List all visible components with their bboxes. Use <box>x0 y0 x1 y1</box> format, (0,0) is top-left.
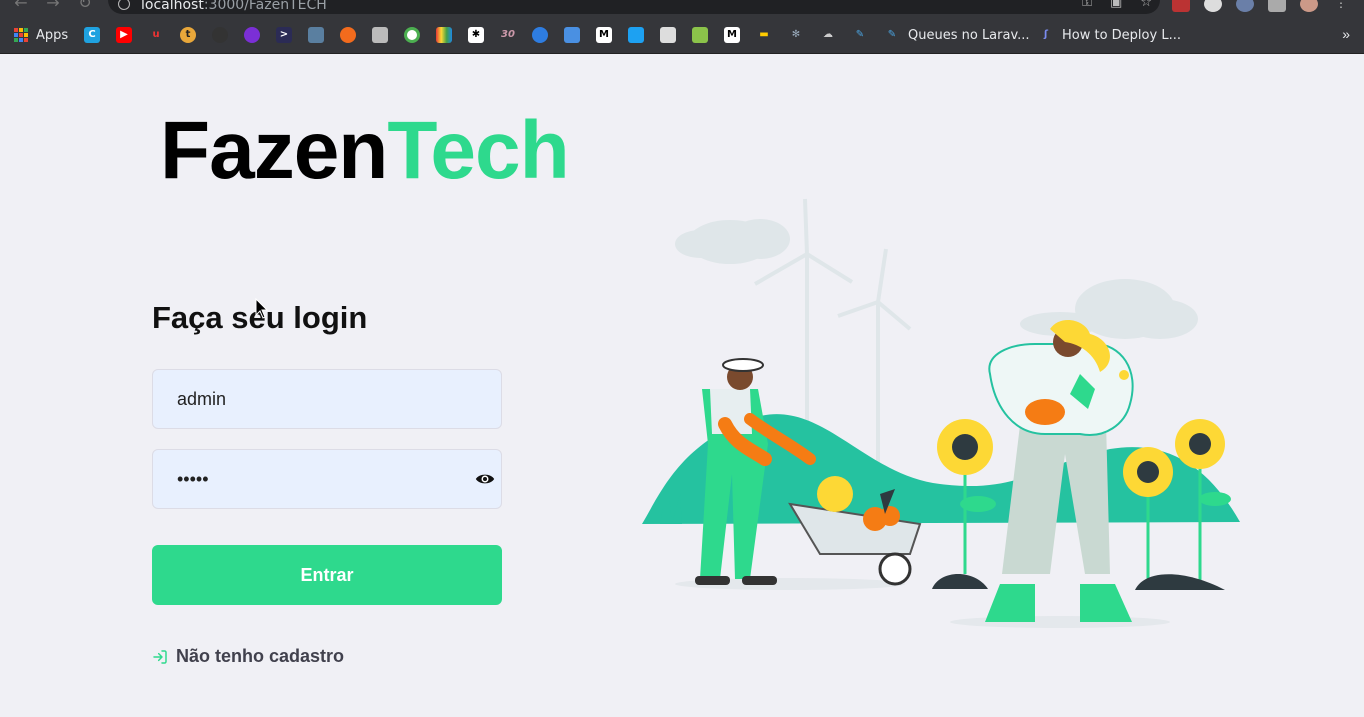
bookmark-youtube[interactable]: ▶ <box>116 26 132 44</box>
more-vert-icon[interactable]: ⋮ <box>1332 0 1350 12</box>
extension-owl-icon[interactable] <box>1236 0 1254 12</box>
deploy-favicon-icon: ʃ <box>1043 29 1049 40</box>
log-in-icon <box>153 649 167 664</box>
medium-icon: M <box>596 27 612 43</box>
terminal-icon: > <box>276 27 292 43</box>
u-favicon-icon: u <box>152 29 160 40</box>
bookmark-queues-label: Queues no Larav... <box>908 27 1030 43</box>
bookmark-colors[interactable] <box>436 26 452 44</box>
cloud-favicon-icon: ☁ <box>823 29 833 40</box>
medium-2-icon: M <box>724 27 740 43</box>
bookmark-queues[interactable]: ✎ Queues no Larav... <box>884 26 1030 44</box>
bookmark-dash[interactable]: ▬ <box>756 26 772 44</box>
bookmark-u[interactable]: u <box>148 26 164 44</box>
queues-favicon-icon: ✎ <box>887 29 897 40</box>
chrome-icon <box>404 27 420 43</box>
figma-favicon-icon <box>564 27 580 43</box>
bookmark-bug[interactable]: ✻ <box>788 26 804 44</box>
extension-red-icon[interactable] <box>1172 0 1190 12</box>
bookmark-gray[interactable] <box>308 26 324 44</box>
thirty-favicon-icon: 30 <box>501 29 515 40</box>
bookmark-chrome[interactable] <box>404 26 420 44</box>
address-url: localhost:3000/FazenTECH <box>141 0 327 13</box>
bookmarks-overflow-icon[interactable]: » <box>1342 26 1350 42</box>
register-link-label: Não tenho cadastro <box>176 646 345 666</box>
login-page: FazenTech Faça seu login Entrar Não tenh… <box>0 54 1364 717</box>
browser-toolbar: ← → ↻ localhost:3000/FazenTECH ⚿ ▣ ☆ ⋮ <box>0 0 1364 17</box>
bookmark-medium[interactable]: M <box>596 26 612 44</box>
github-bookmark-icon <box>212 27 228 43</box>
translate-icon[interactable]: ▣ <box>1110 0 1122 10</box>
bookmark-deploy[interactable]: ʃ How to Deploy L... <box>1038 26 1181 44</box>
calendar-icon <box>660 27 676 43</box>
reload-icon[interactable]: ↻ <box>76 0 94 12</box>
bookmark-orange[interactable] <box>340 26 356 44</box>
apps-grid-icon <box>14 28 28 42</box>
login-submit-button[interactable]: Entrar <box>152 545 502 605</box>
bookmark-twitter[interactable] <box>628 26 644 44</box>
blue-favicon-icon <box>532 27 548 43</box>
omnibox-actions: ⚿ ▣ ☆ <box>1082 0 1152 10</box>
register-link[interactable]: Não tenho cadastro <box>152 646 344 667</box>
dash-favicon-icon: ▬ <box>759 29 769 40</box>
bookmark-doc[interactable] <box>372 26 388 44</box>
star-favicon-icon: ✱ <box>468 27 484 43</box>
colors-favicon-icon <box>436 27 452 43</box>
bookmark-deploy-label: How to Deploy L... <box>1062 27 1181 43</box>
logo-part1: Fazen <box>160 105 388 196</box>
twitter-icon <box>628 27 644 43</box>
bookmark-apps-label: Apps <box>36 27 69 43</box>
purple-circle-icon <box>244 27 260 43</box>
bookmark-calendar[interactable] <box>660 26 676 44</box>
github-icon[interactable] <box>1204 0 1222 12</box>
bookmark-t[interactable]: t <box>180 26 196 44</box>
bookmark-github[interactable] <box>212 26 228 44</box>
bookmark-c[interactable]: C <box>84 26 100 44</box>
bookmark-cloud[interactable]: ☁ <box>820 26 836 44</box>
star-icon[interactable]: ☆ <box>1140 0 1152 10</box>
bookmark-terminal[interactable]: > <box>276 26 292 44</box>
logo-part2: Tech <box>387 105 569 196</box>
bug-favicon-icon: ✻ <box>791 29 801 40</box>
address-bar[interactable]: localhost:3000/FazenTECH ⚿ ▣ ☆ <box>108 0 1160 14</box>
android-icon <box>692 27 708 43</box>
site-info-icon[interactable] <box>118 0 130 10</box>
doc-favicon-icon <box>372 27 388 43</box>
puzzle-icon[interactable] <box>1268 0 1286 12</box>
back-icon[interactable]: ← <box>12 0 30 12</box>
forward-icon[interactable]: → <box>44 0 62 12</box>
username-input[interactable] <box>153 370 501 428</box>
bookmark-medium-2[interactable]: M <box>724 26 740 44</box>
bookmarks-bar: Apps C ▶ u t > ✱ 30 M M ▬ ✻ ☁ ✎ ✎ Queues… <box>0 17 1364 54</box>
farm-illustration <box>642 198 1240 628</box>
bookmark-30[interactable]: 30 <box>500 26 516 44</box>
youtube-icon: ▶ <box>116 27 132 43</box>
password-field[interactable] <box>152 449 502 509</box>
bookmark-star[interactable]: ✱ <box>468 26 484 44</box>
bookmark-ms[interactable]: ✎ <box>852 26 868 44</box>
gray-favicon-icon <box>308 27 324 43</box>
password-input[interactable] <box>153 450 501 508</box>
mouse-cursor-icon <box>255 298 269 319</box>
avatar-icon[interactable] <box>1300 0 1318 12</box>
username-field[interactable] <box>152 369 502 429</box>
url-path: :3000/FazenTECH <box>203 0 327 13</box>
c-favicon-icon: C <box>84 27 100 43</box>
cloud-left <box>675 219 790 264</box>
fazentech-logo: FazenTech <box>160 110 570 192</box>
bookmark-circle[interactable] <box>244 26 260 44</box>
bookmark-apps[interactable]: Apps <box>14 26 68 44</box>
cloud-right <box>1020 279 1198 339</box>
extension-icons: ⋮ <box>1172 0 1350 12</box>
ms-favicon-icon: ✎ <box>855 29 865 40</box>
url-host: localhost <box>141 0 204 13</box>
orange-favicon-icon <box>340 27 356 43</box>
bookmark-android[interactable] <box>692 26 708 44</box>
t-favicon-icon: t <box>180 27 196 43</box>
bookmark-figma[interactable] <box>564 26 580 44</box>
bookmark-blue[interactable] <box>532 26 548 44</box>
eye-icon[interactable] <box>475 469 495 489</box>
key-icon[interactable]: ⚿ <box>1082 0 1092 10</box>
